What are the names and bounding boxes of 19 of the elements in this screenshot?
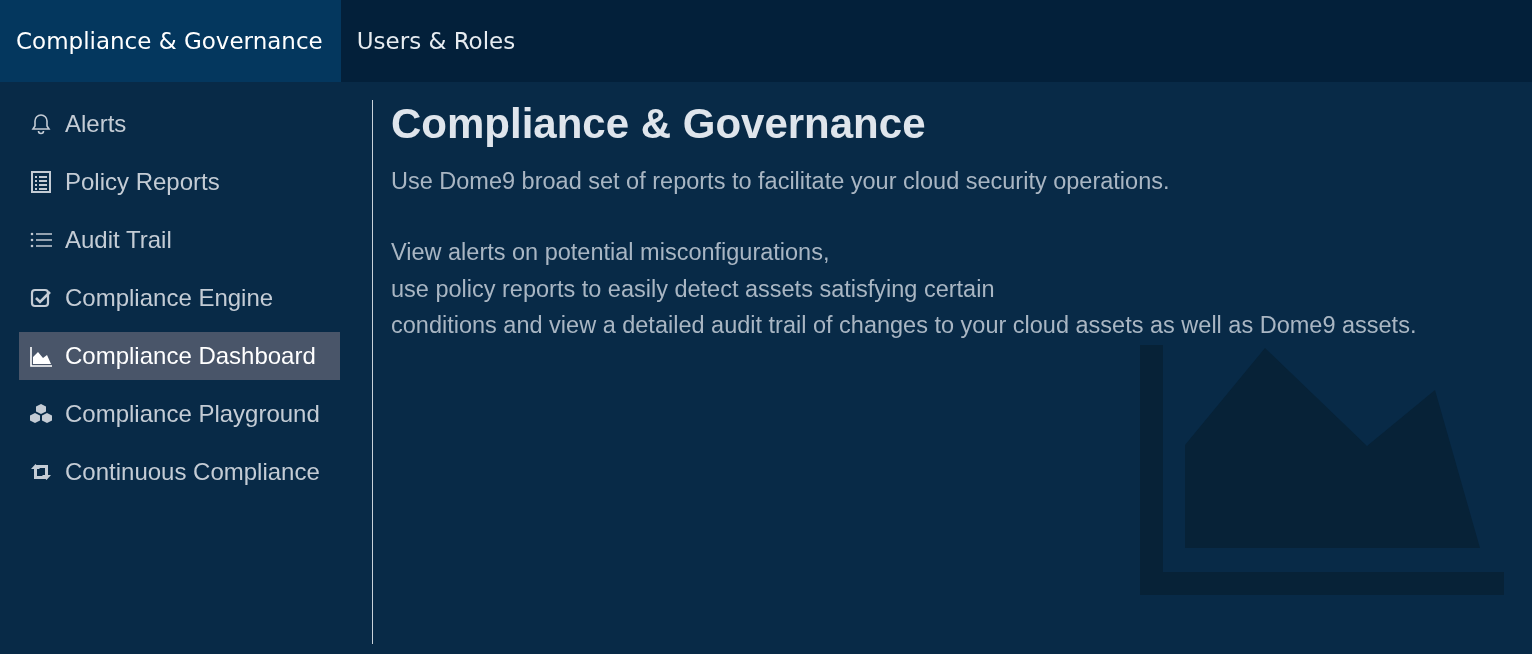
sidebar-item[interactable]: Policy Reports <box>19 158 340 206</box>
sidebar-item[interactable]: Compliance Playground <box>19 390 340 438</box>
sidebar-item[interactable]: Alerts <box>19 100 340 148</box>
description-text: conditions and view a detailed audit trail of changes to your cloud assets as well as Dome9 assets. <box>391 311 1417 340</box>
checkbox-icon <box>29 286 53 310</box>
report-icon <box>29 170 53 194</box>
description-text: use policy reports to easily detect assets satisfying certain <box>391 274 995 304</box>
area-chart-icon <box>29 344 53 368</box>
intro-text: Use Dome9 broad set of reports to facilitate your cloud security operations. <box>391 167 1171 196</box>
sidebar-item[interactable]: Continuous Compliance <box>19 448 340 496</box>
nav-tab[interactable]: Users & Roles <box>340 0 534 82</box>
sidebar-item[interactable]: Compliance Engine <box>19 274 340 322</box>
sidebar-item[interactable]: Compliance Dashboard <box>19 332 340 380</box>
cubes-icon <box>29 402 53 426</box>
nav-tab[interactable]: Compliance & Governance <box>0 0 341 82</box>
sidebar-item[interactable]: Audit Trail <box>19 216 340 264</box>
page-title: Compliance & Governance <box>391 99 927 149</box>
bell-icon <box>29 112 53 136</box>
description-text: View alerts on potential misconfigurations, <box>391 238 830 267</box>
